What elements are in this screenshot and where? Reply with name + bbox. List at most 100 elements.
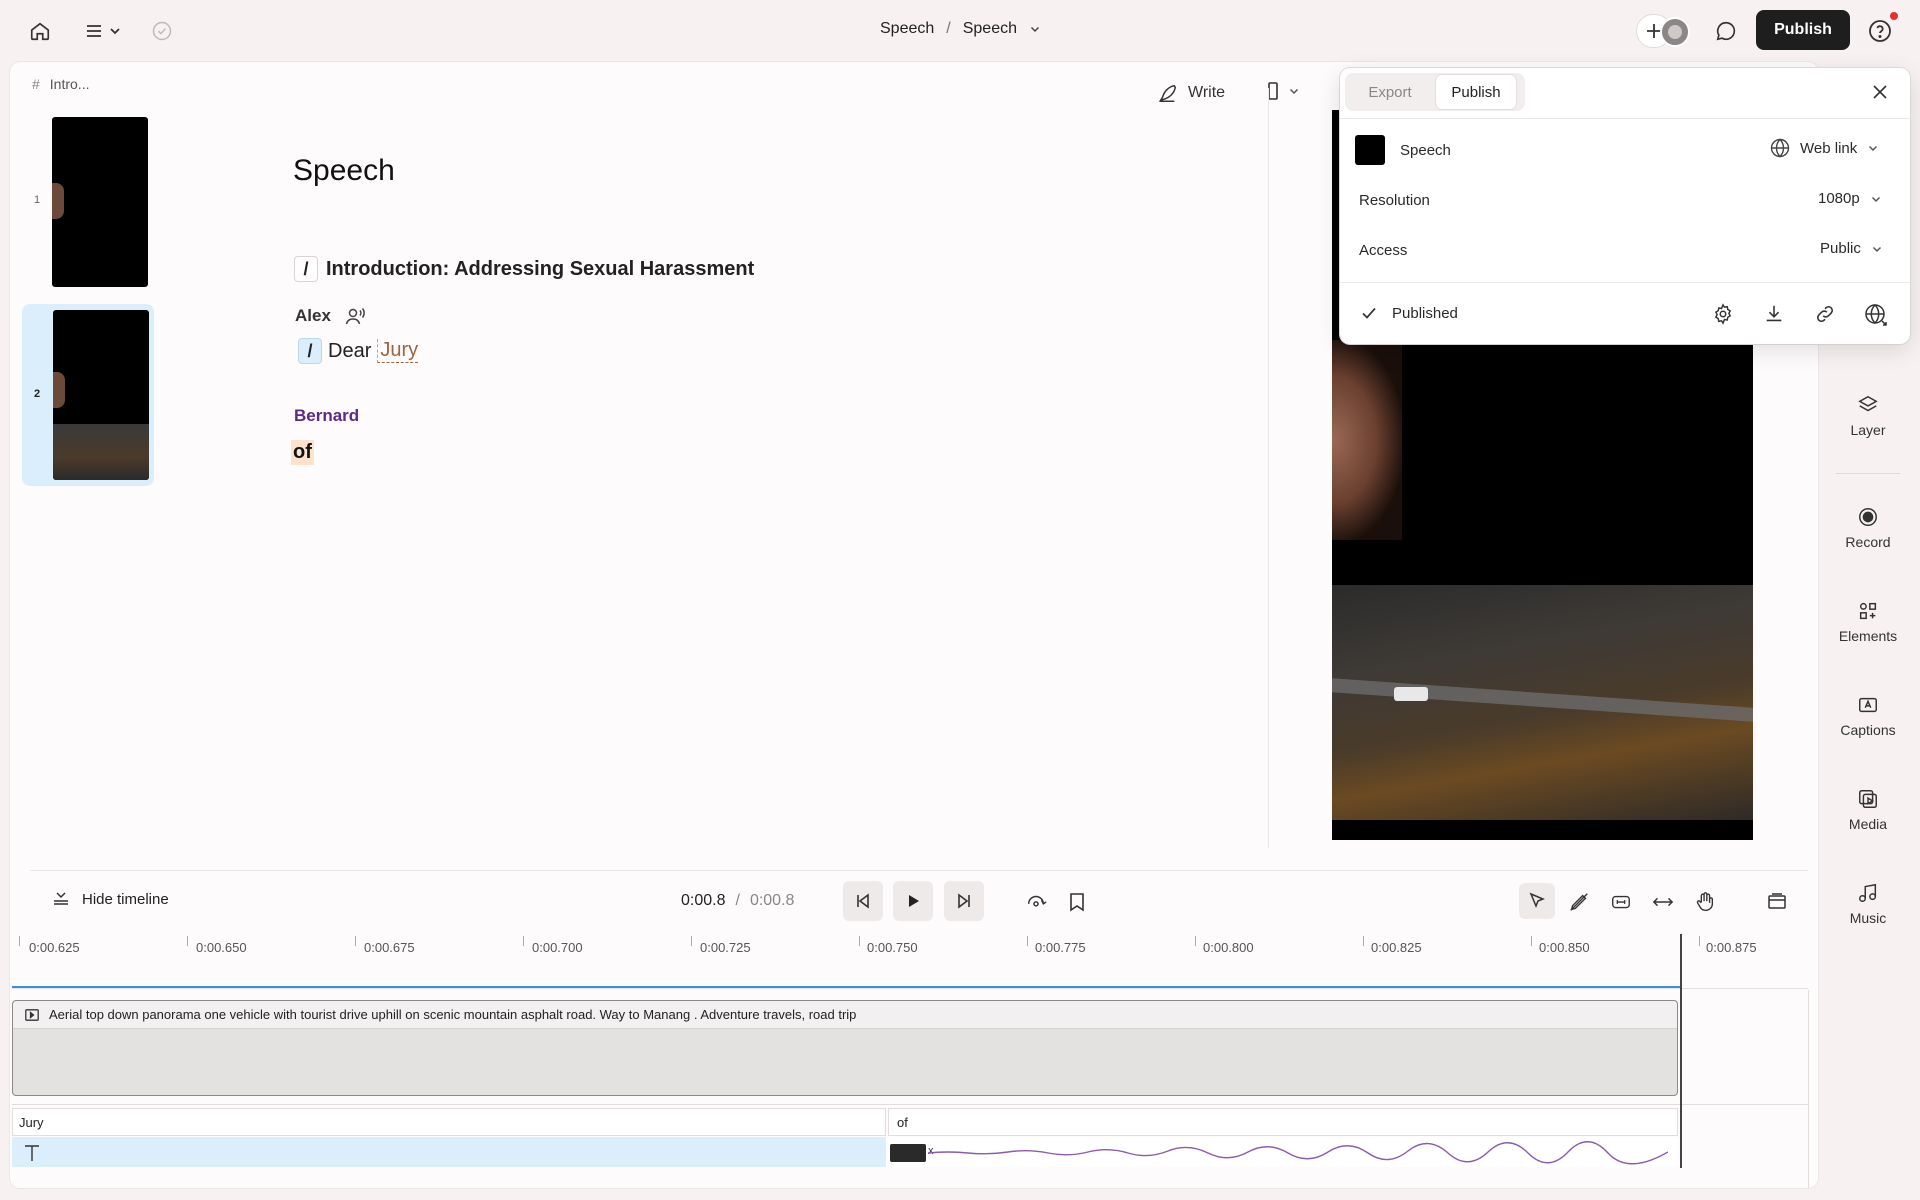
home-icon[interactable] [26, 18, 54, 44]
audio-segment[interactable]: x [888, 1137, 1678, 1167]
timeline-layout-icon[interactable] [1764, 889, 1790, 915]
section-heading[interactable]: / Introduction: Addressing Sexual Harass… [294, 256, 754, 282]
clip-thumbnail [890, 1144, 926, 1162]
resolution-value: 1080p [1818, 190, 1860, 207]
saved-check-icon [150, 19, 174, 43]
script-line-1[interactable]: / Dear Jury [298, 338, 419, 364]
ruler-tick [19, 936, 20, 946]
script-word[interactable]: Dear [328, 340, 371, 363]
breadcrumb-composition[interactable]: Speech [963, 20, 1017, 38]
word-segment[interactable]: of [888, 1108, 1678, 1136]
breadcrumb: Speech / Speech [880, 20, 1041, 38]
copy-link-icon[interactable] [1812, 301, 1838, 327]
rail-captions[interactable]: Captions [1823, 694, 1913, 738]
top-bar: Speech / Speech Publish [0, 0, 1920, 60]
resolution-select[interactable]: 1080p [1818, 190, 1882, 207]
scene-number: 2 [34, 388, 41, 400]
word-segment[interactable]: Jury [12, 1108, 886, 1136]
comments-icon[interactable] [1712, 17, 1740, 45]
word-segment-label: Jury [19, 1114, 44, 1130]
hide-timeline-button[interactable]: Hide timeline [52, 890, 169, 908]
globe-share-icon[interactable] [1862, 301, 1890, 329]
current-time: 0:00.8 [681, 892, 726, 909]
script-word-selected[interactable]: Jury [377, 339, 419, 363]
scene-header[interactable]: # Intro... [32, 76, 89, 92]
time-separator: / [735, 892, 740, 909]
divider [1268, 88, 1269, 848]
skip-forward-button[interactable] [944, 881, 984, 921]
stretch-tool-icon[interactable] [1650, 889, 1676, 915]
play-button[interactable] [893, 881, 933, 921]
rail-layer[interactable]: Layer [1823, 394, 1913, 438]
razor-tool-icon[interactable] [1566, 889, 1592, 915]
hand-tool-icon[interactable] [1692, 889, 1718, 915]
chevron-down-icon [1871, 196, 1880, 202]
menu-icon[interactable] [80, 18, 126, 44]
ruler-tick-label: 0:00.700 [532, 940, 583, 955]
tab-publish[interactable]: Publish [1436, 75, 1516, 109]
ruler-tick-label: 0:00.850 [1539, 940, 1590, 955]
media-clip-title: Aerial top down panorama one vehicle wit… [49, 1007, 857, 1022]
avatar[interactable] [1660, 17, 1690, 47]
rail-record[interactable]: Record [1823, 506, 1913, 550]
composition-name: Speech [1400, 142, 1451, 159]
publish-button[interactable]: Publish [1756, 10, 1850, 50]
cursor-icon [1529, 892, 1545, 908]
breadcrumb-project[interactable]: Speech [880, 20, 934, 38]
rail-media[interactable]: Media [1823, 788, 1913, 832]
resolution-label: Resolution [1359, 192, 1430, 209]
help-icon[interactable] [1866, 17, 1894, 45]
scene-header-label: Intro... [49, 76, 90, 92]
write-button[interactable]: Write [1156, 82, 1225, 104]
hide-timeline-label: Hide timeline [82, 890, 169, 908]
audio-segment-selected[interactable] [12, 1137, 886, 1167]
scene-item-1[interactable]: 1 [30, 112, 150, 292]
access-select[interactable]: Public [1820, 240, 1883, 257]
chevron-down-icon[interactable] [1029, 23, 1041, 35]
ruler-tick-label: 0:00.775 [1035, 940, 1086, 955]
text-cursor-icon [25, 1145, 39, 1161]
ruler-tick-label: 0:00.625 [29, 940, 80, 955]
rail-music[interactable]: Music [1823, 882, 1913, 926]
rail-label: Layer [1850, 422, 1886, 438]
slash-command-badge[interactable]: / [298, 338, 322, 364]
tab-export[interactable]: Export [1352, 77, 1428, 107]
speaker-name[interactable]: Bernard [294, 406, 359, 426]
publish-status: Published [1360, 304, 1458, 322]
voice-icon[interactable] [345, 306, 367, 326]
timeline-ruler[interactable]: 0:00.625 0:00.650 0:00.675 0:00.700 0:00… [12, 934, 1808, 990]
select-tool-button[interactable] [1519, 883, 1555, 919]
trim-tool-icon[interactable] [1608, 889, 1634, 915]
ruler-tick [1531, 936, 1532, 946]
speaker-face [1332, 340, 1402, 540]
aspect-ratio-selector[interactable] [1268, 82, 1300, 100]
ruler-tick [1363, 936, 1364, 946]
divider [1808, 990, 1809, 1188]
link-type-select[interactable]: Web link [1770, 138, 1879, 158]
ruler-tick [355, 936, 356, 946]
loop-icon[interactable] [1023, 889, 1049, 915]
slash-command-badge[interactable]: / [294, 256, 318, 282]
media-clip-header: Aerial top down panorama one vehicle wit… [13, 1001, 1677, 1029]
globe-icon [1770, 138, 1790, 158]
elements-icon [1859, 602, 1877, 620]
script-title[interactable]: Speech [293, 154, 395, 188]
divider [30, 870, 1808, 871]
rail-elements[interactable]: Elements [1823, 600, 1913, 644]
ruler-tick [1027, 936, 1028, 946]
close-icon[interactable] [1868, 80, 1892, 104]
divider [12, 1104, 1808, 1105]
scene-number: 1 [34, 194, 41, 206]
write-label: Write [1188, 84, 1226, 101]
bookmark-icon[interactable] [1064, 889, 1090, 915]
rail-label: Media [1848, 816, 1888, 832]
speaker-row-alex[interactable]: Alex [295, 306, 367, 326]
settings-gear-icon[interactable] [1710, 301, 1736, 327]
word-segment-label: of [897, 1114, 908, 1130]
download-icon[interactable] [1761, 301, 1787, 327]
playhead[interactable] [1680, 934, 1682, 1168]
script-word-highlighted[interactable]: of [291, 440, 314, 465]
media-clip[interactable]: Aerial top down panorama one vehicle wit… [12, 1000, 1678, 1096]
skip-back-button[interactable] [843, 881, 883, 921]
scene-item-2[interactable]: 2 [22, 304, 154, 486]
